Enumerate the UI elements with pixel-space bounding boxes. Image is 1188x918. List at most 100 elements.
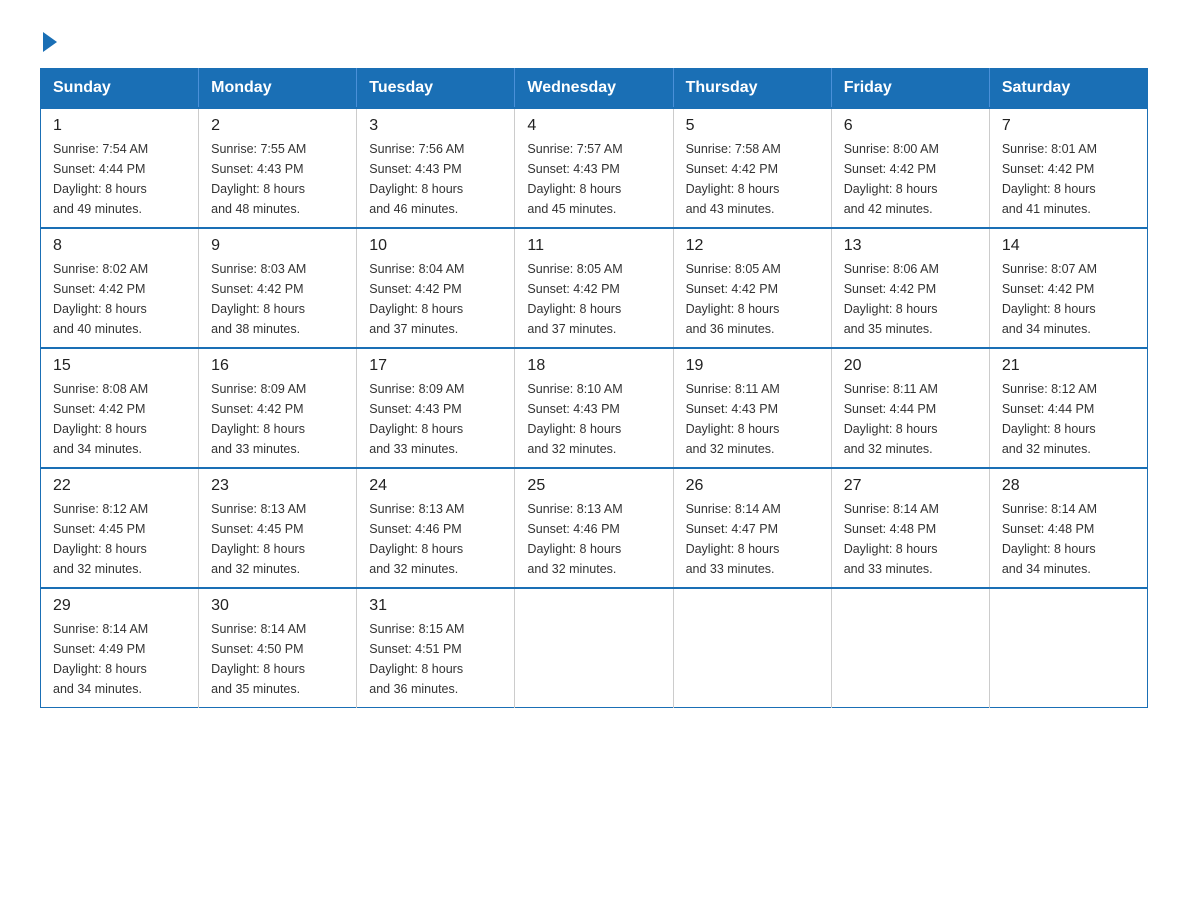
day-number: 30 (211, 597, 344, 615)
day-number: 24 (369, 477, 502, 495)
calendar-cell: 8 Sunrise: 8:02 AMSunset: 4:42 PMDaylight… (41, 228, 199, 348)
calendar-cell: 29 Sunrise: 8:14 AMSunset: 4:49 PMDayligh… (41, 588, 199, 708)
calendar-cell: 9 Sunrise: 8:03 AMSunset: 4:42 PMDaylight… (199, 228, 357, 348)
calendar-cell: 28 Sunrise: 8:14 AMSunset: 4:48 PMDayligh… (989, 468, 1147, 588)
day-number: 4 (527, 117, 660, 135)
calendar-header-row: SundayMondayTuesdayWednesdayThursdayFrid… (41, 69, 1148, 109)
day-info: Sunrise: 8:05 AMSunset: 4:42 PMDaylight:… (527, 259, 660, 339)
day-info: Sunrise: 8:14 AMSunset: 4:50 PMDaylight:… (211, 619, 344, 699)
weekday-header-friday: Friday (831, 69, 989, 109)
day-info: Sunrise: 8:12 AMSunset: 4:45 PMDaylight:… (53, 499, 186, 579)
calendar-cell: 17 Sunrise: 8:09 AMSunset: 4:43 PMDayligh… (357, 348, 515, 468)
weekday-header-tuesday: Tuesday (357, 69, 515, 109)
day-info: Sunrise: 8:14 AMSunset: 4:48 PMDaylight:… (844, 499, 977, 579)
day-info: Sunrise: 8:09 AMSunset: 4:43 PMDaylight:… (369, 379, 502, 459)
calendar-cell: 27 Sunrise: 8:14 AMSunset: 4:48 PMDayligh… (831, 468, 989, 588)
day-number: 6 (844, 117, 977, 135)
calendar-cell: 7Sunrise: 8:01 AMSunset: 4:42 PMDaylight… (989, 108, 1147, 228)
calendar-week-row: 29 Sunrise: 8:14 AMSunset: 4:49 PMDayligh… (41, 588, 1148, 708)
calendar-cell: 15Sunrise: 8:08 AMSunset: 4:42 PMDayligh… (41, 348, 199, 468)
day-number: 28 (1002, 477, 1135, 495)
day-info: Sunrise: 8:00 AMSunset: 4:42 PMDaylight:… (844, 139, 977, 219)
day-info: Sunrise: 7:55 AMSunset: 4:43 PMDaylight:… (211, 139, 344, 219)
day-number: 14 (1002, 237, 1135, 255)
day-info: Sunrise: 8:13 AMSunset: 4:45 PMDaylight:… (211, 499, 344, 579)
day-info: Sunrise: 8:12 AMSunset: 4:44 PMDaylight:… (1002, 379, 1135, 459)
day-info: Sunrise: 7:57 AMSunset: 4:43 PMDaylight:… (527, 139, 660, 219)
calendar-cell: 10 Sunrise: 8:04 AMSunset: 4:42 PMDayligh… (357, 228, 515, 348)
day-number: 23 (211, 477, 344, 495)
day-info: Sunrise: 7:58 AMSunset: 4:42 PMDaylight:… (686, 139, 819, 219)
page-header (40, 30, 1148, 48)
day-number: 25 (527, 477, 660, 495)
day-info: Sunrise: 8:14 AMSunset: 4:47 PMDaylight:… (686, 499, 819, 579)
day-info: Sunrise: 8:02 AMSunset: 4:42 PMDaylight:… (53, 259, 186, 339)
day-number: 10 (369, 237, 502, 255)
calendar-cell: 6 Sunrise: 8:00 AMSunset: 4:42 PMDaylight… (831, 108, 989, 228)
day-number: 16 (211, 357, 344, 375)
day-info: Sunrise: 8:14 AMSunset: 4:49 PMDaylight:… (53, 619, 186, 699)
day-info: Sunrise: 8:01 AMSunset: 4:42 PMDaylight:… (1002, 139, 1135, 219)
day-number: 19 (686, 357, 819, 375)
day-info: Sunrise: 8:07 AMSunset: 4:42 PMDaylight:… (1002, 259, 1135, 339)
day-number: 8 (53, 237, 186, 255)
logo (40, 30, 57, 48)
day-number: 12 (686, 237, 819, 255)
calendar-cell: 30 Sunrise: 8:14 AMSunset: 4:50 PMDayligh… (199, 588, 357, 708)
calendar-week-row: 8 Sunrise: 8:02 AMSunset: 4:42 PMDaylight… (41, 228, 1148, 348)
calendar-cell: 2 Sunrise: 7:55 AMSunset: 4:43 PMDaylight… (199, 108, 357, 228)
day-info: Sunrise: 8:09 AMSunset: 4:42 PMDaylight:… (211, 379, 344, 459)
day-number: 26 (686, 477, 819, 495)
calendar-cell: 26 Sunrise: 8:14 AMSunset: 4:47 PMDayligh… (673, 468, 831, 588)
calendar-cell: 25 Sunrise: 8:13 AMSunset: 4:46 PMDayligh… (515, 468, 673, 588)
calendar-cell: 18 Sunrise: 8:10 AMSunset: 4:43 PMDayligh… (515, 348, 673, 468)
calendar-cell (989, 588, 1147, 708)
day-number: 27 (844, 477, 977, 495)
day-info: Sunrise: 8:11 AMSunset: 4:43 PMDaylight:… (686, 379, 819, 459)
calendar-cell: 13Sunrise: 8:06 AMSunset: 4:42 PMDayligh… (831, 228, 989, 348)
day-info: Sunrise: 8:15 AMSunset: 4:51 PMDaylight:… (369, 619, 502, 699)
calendar-cell: 14 Sunrise: 8:07 AMSunset: 4:42 PMDayligh… (989, 228, 1147, 348)
weekday-header-saturday: Saturday (989, 69, 1147, 109)
logo-arrow-icon (43, 32, 57, 52)
calendar-week-row: 1 Sunrise: 7:54 AMSunset: 4:44 PMDaylight… (41, 108, 1148, 228)
calendar-cell: 24Sunrise: 8:13 AMSunset: 4:46 PMDayligh… (357, 468, 515, 588)
calendar-cell (515, 588, 673, 708)
calendar-cell: 20Sunrise: 8:11 AMSunset: 4:44 PMDayligh… (831, 348, 989, 468)
day-info: Sunrise: 8:13 AMSunset: 4:46 PMDaylight:… (527, 499, 660, 579)
day-number: 11 (527, 237, 660, 255)
day-number: 21 (1002, 357, 1135, 375)
day-info: Sunrise: 8:04 AMSunset: 4:42 PMDaylight:… (369, 259, 502, 339)
day-info: Sunrise: 8:05 AMSunset: 4:42 PMDaylight:… (686, 259, 819, 339)
day-info: Sunrise: 7:54 AMSunset: 4:44 PMDaylight:… (53, 139, 186, 219)
day-number: 31 (369, 597, 502, 615)
day-info: Sunrise: 8:06 AMSunset: 4:42 PMDaylight:… (844, 259, 977, 339)
day-number: 9 (211, 237, 344, 255)
day-info: Sunrise: 8:10 AMSunset: 4:43 PMDaylight:… (527, 379, 660, 459)
calendar-week-row: 15Sunrise: 8:08 AMSunset: 4:42 PMDayligh… (41, 348, 1148, 468)
day-number: 5 (686, 117, 819, 135)
day-number: 2 (211, 117, 344, 135)
calendar-cell (673, 588, 831, 708)
weekday-header-monday: Monday (199, 69, 357, 109)
day-number: 17 (369, 357, 502, 375)
calendar-cell: 16 Sunrise: 8:09 AMSunset: 4:42 PMDayligh… (199, 348, 357, 468)
day-number: 20 (844, 357, 977, 375)
day-info: Sunrise: 8:14 AMSunset: 4:48 PMDaylight:… (1002, 499, 1135, 579)
calendar-cell: 21 Sunrise: 8:12 AMSunset: 4:44 PMDayligh… (989, 348, 1147, 468)
day-number: 1 (53, 117, 186, 135)
day-number: 29 (53, 597, 186, 615)
calendar-cell: 5 Sunrise: 7:58 AMSunset: 4:42 PMDaylight… (673, 108, 831, 228)
day-number: 22 (53, 477, 186, 495)
day-number: 18 (527, 357, 660, 375)
weekday-header-thursday: Thursday (673, 69, 831, 109)
calendar-cell: 1 Sunrise: 7:54 AMSunset: 4:44 PMDaylight… (41, 108, 199, 228)
calendar-cell: 11 Sunrise: 8:05 AMSunset: 4:42 PMDayligh… (515, 228, 673, 348)
day-info: Sunrise: 7:56 AMSunset: 4:43 PMDaylight:… (369, 139, 502, 219)
calendar-week-row: 22 Sunrise: 8:12 AMSunset: 4:45 PMDayligh… (41, 468, 1148, 588)
day-number: 15 (53, 357, 186, 375)
weekday-header-sunday: Sunday (41, 69, 199, 109)
calendar-cell: 22 Sunrise: 8:12 AMSunset: 4:45 PMDayligh… (41, 468, 199, 588)
calendar-table: SundayMondayTuesdayWednesdayThursdayFrid… (40, 68, 1148, 708)
day-info: Sunrise: 8:03 AMSunset: 4:42 PMDaylight:… (211, 259, 344, 339)
